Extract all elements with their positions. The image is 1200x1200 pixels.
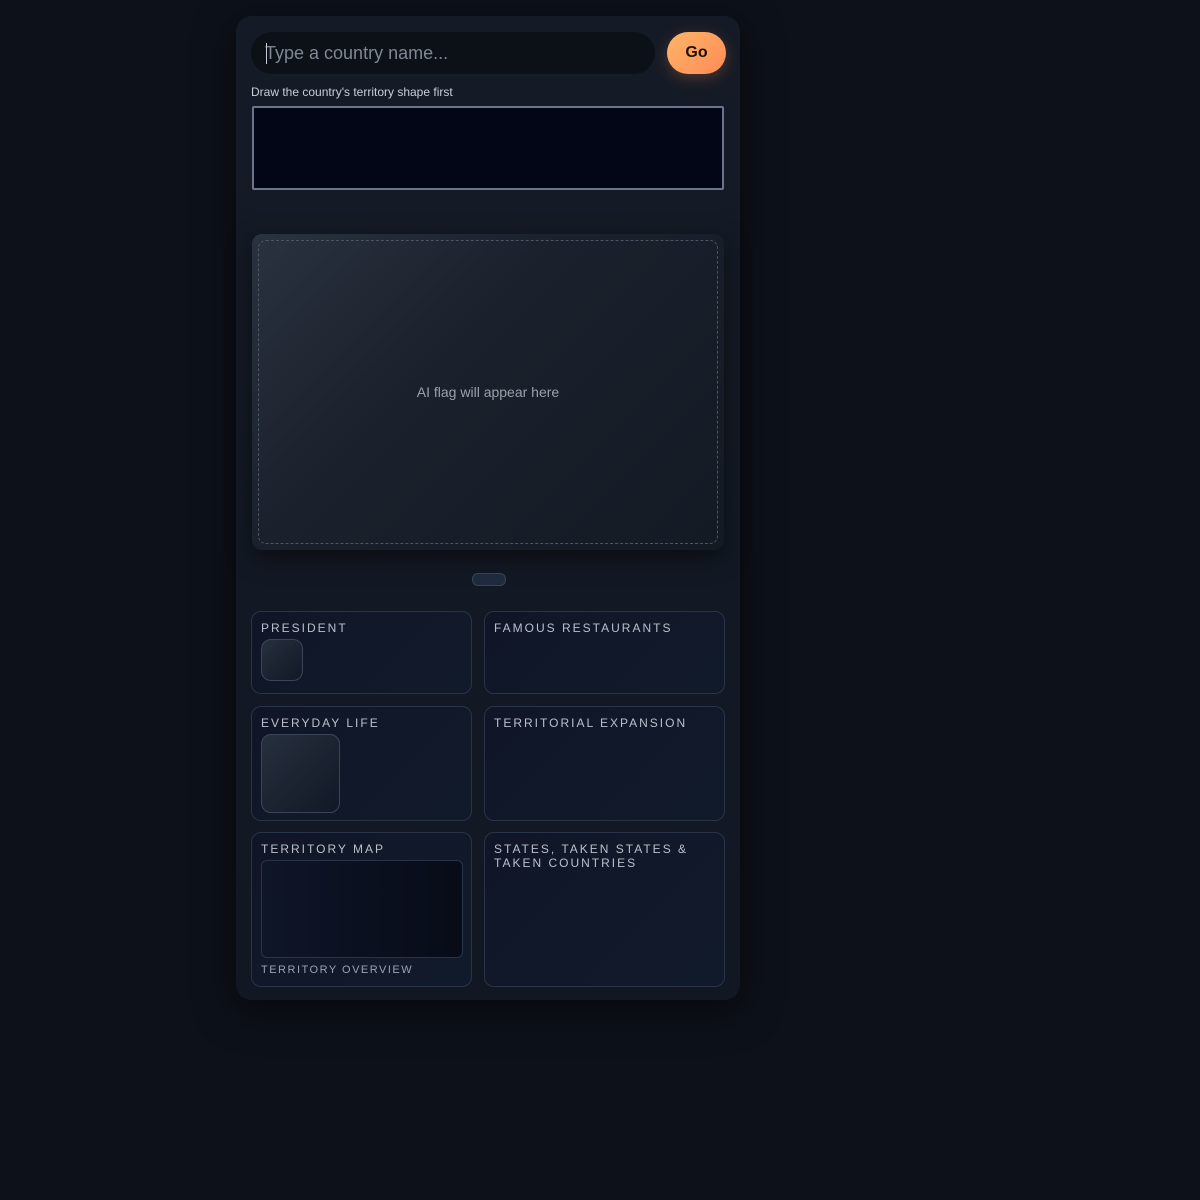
territory-overview-label: TERRITORY OVERVIEW (261, 964, 414, 976)
flag-dropzone: AI flag will appear here (258, 240, 718, 544)
everyday-life-image[interactable] (261, 734, 340, 813)
flag-display-card: AI flag will appear here (252, 234, 724, 550)
territory-drawing-canvas[interactable] (252, 106, 724, 190)
go-button[interactable]: Go (667, 32, 726, 74)
flag-placeholder-text: AI flag will appear here (416, 384, 560, 400)
text-caret (266, 43, 267, 64)
territory-map-card-title: TERRITORY MAP (261, 842, 386, 856)
territory-map-view[interactable] (261, 860, 463, 958)
country-search-input[interactable] (251, 32, 655, 74)
president-portrait[interactable] (261, 639, 303, 681)
everyday-life-card: EVERYDAY LIFE (251, 706, 472, 821)
president-card: PRESIDENT (251, 611, 472, 694)
territorial-expansion-card-title: TERRITORIAL EXPANSION (494, 716, 688, 730)
president-card-title: PRESIDENT (261, 621, 348, 635)
restaurants-card: FAMOUS RESTAURANTS (484, 611, 725, 694)
territory-map-card: TERRITORY MAP TERRITORY OVERVIEW (251, 832, 472, 987)
everyday-life-card-title: EVERYDAY LIFE (261, 716, 380, 730)
states-card-title: STATES, TAKEN STATES & TAKEN COUNTRIES (494, 842, 689, 870)
carousel-indicator[interactable] (472, 573, 506, 586)
search-row: Go (251, 32, 726, 74)
main-panel: Go Draw the country's territory shape fi… (236, 16, 740, 1000)
restaurants-card-title: FAMOUS RESTAURANTS (494, 621, 673, 635)
territorial-expansion-card: TERRITORIAL EXPANSION (484, 706, 725, 821)
states-card: STATES, TAKEN STATES & TAKEN COUNTRIES (484, 832, 725, 987)
draw-instruction-label: Draw the country's territory shape first (251, 85, 453, 99)
